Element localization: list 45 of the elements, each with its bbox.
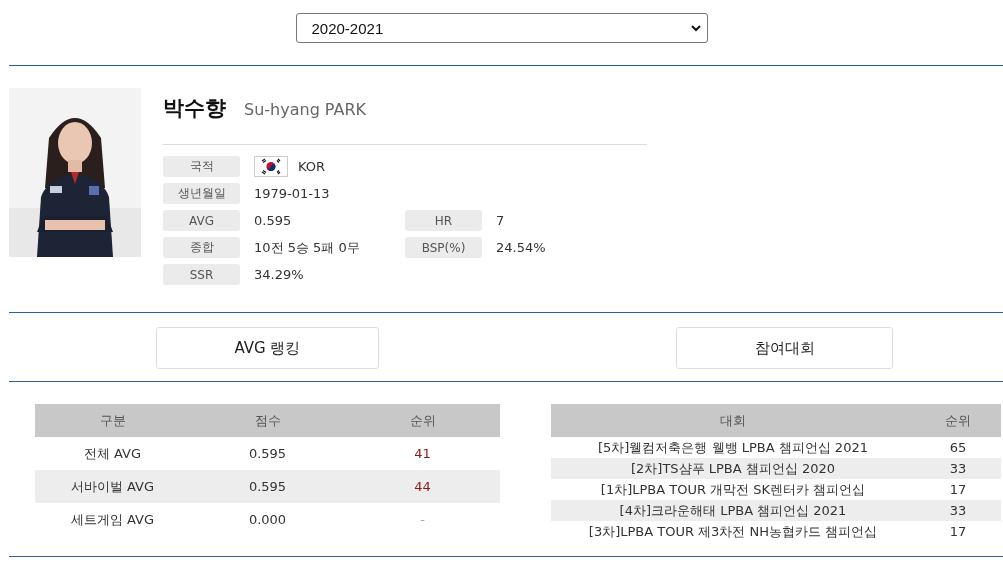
player-name-english: Su-hyang PARK — [244, 100, 367, 119]
info-label: 국적 — [163, 156, 240, 177]
table-cell: [2차]TS샴푸 LPBA 챔피언십 2020 — [551, 458, 915, 479]
info-value: 10전 5승 5패 0무 — [254, 238, 360, 257]
table-cell: 33 — [915, 500, 1001, 521]
table-cell: [3차]LPBA TOUR 제3차전 NH농협카드 챔피언십 — [551, 521, 915, 542]
table-cell: 0.595 — [190, 437, 345, 470]
table-cell: 17 — [915, 479, 1001, 500]
column-header: 점수 — [190, 404, 345, 437]
info-value: 0.595 — [254, 213, 292, 228]
info-label: 종합 — [163, 237, 240, 258]
table-cell: 0.595 — [190, 470, 345, 503]
table-cell: 44 — [345, 470, 500, 503]
info-value: 1979-01-13 — [254, 186, 330, 201]
table-cell: 0.000 — [190, 503, 345, 536]
flag-icon — [254, 156, 288, 177]
table-cell: - — [345, 503, 500, 536]
info-value: 7 — [496, 213, 505, 228]
table-cell: 전체 AVG — [35, 437, 190, 470]
column-header: 대회 — [551, 404, 915, 437]
table-cell: 17 — [915, 521, 1001, 542]
info-value: KOR — [298, 159, 326, 174]
info-value: 34.29% — [254, 267, 304, 282]
info-label: 생년월일 — [163, 183, 240, 204]
section-button[interactable]: AVG 랭킹 — [156, 327, 379, 369]
table-cell: 서바이벌 AVG — [35, 470, 190, 503]
table-cell: 41 — [345, 437, 500, 470]
table-cell: [1차]LPBA TOUR 개막전 SK렌터카 챔피언십 — [551, 479, 915, 500]
info-value: 24.54% — [496, 240, 546, 255]
table-cell: 33 — [915, 458, 1001, 479]
table-cell: 65 — [915, 437, 1001, 458]
table-cell: [5차]웰컴저축은행 웰뱅 LPBA 챔피언십 2021 — [551, 437, 915, 458]
column-header: 순위 — [915, 404, 1001, 437]
season-select[interactable]: 2020-2021 — [295, 13, 708, 43]
section-button[interactable]: 참여대회 — [676, 327, 893, 369]
table-cell: [4차]크라운해태 LPBA 챔피언십 2021 — [551, 500, 915, 521]
info-label: HR — [405, 210, 482, 231]
info-label: SSR — [163, 264, 240, 285]
player-name: 박수향 — [163, 95, 226, 122]
table-cell: 세트게임 AVG — [35, 503, 190, 536]
column-header: 순위 — [345, 404, 500, 437]
info-label: BSP(%) — [405, 237, 482, 258]
chevron-down-icon — [690, 24, 701, 32]
column-header: 구분 — [35, 404, 190, 437]
info-label: AVG — [163, 210, 240, 231]
